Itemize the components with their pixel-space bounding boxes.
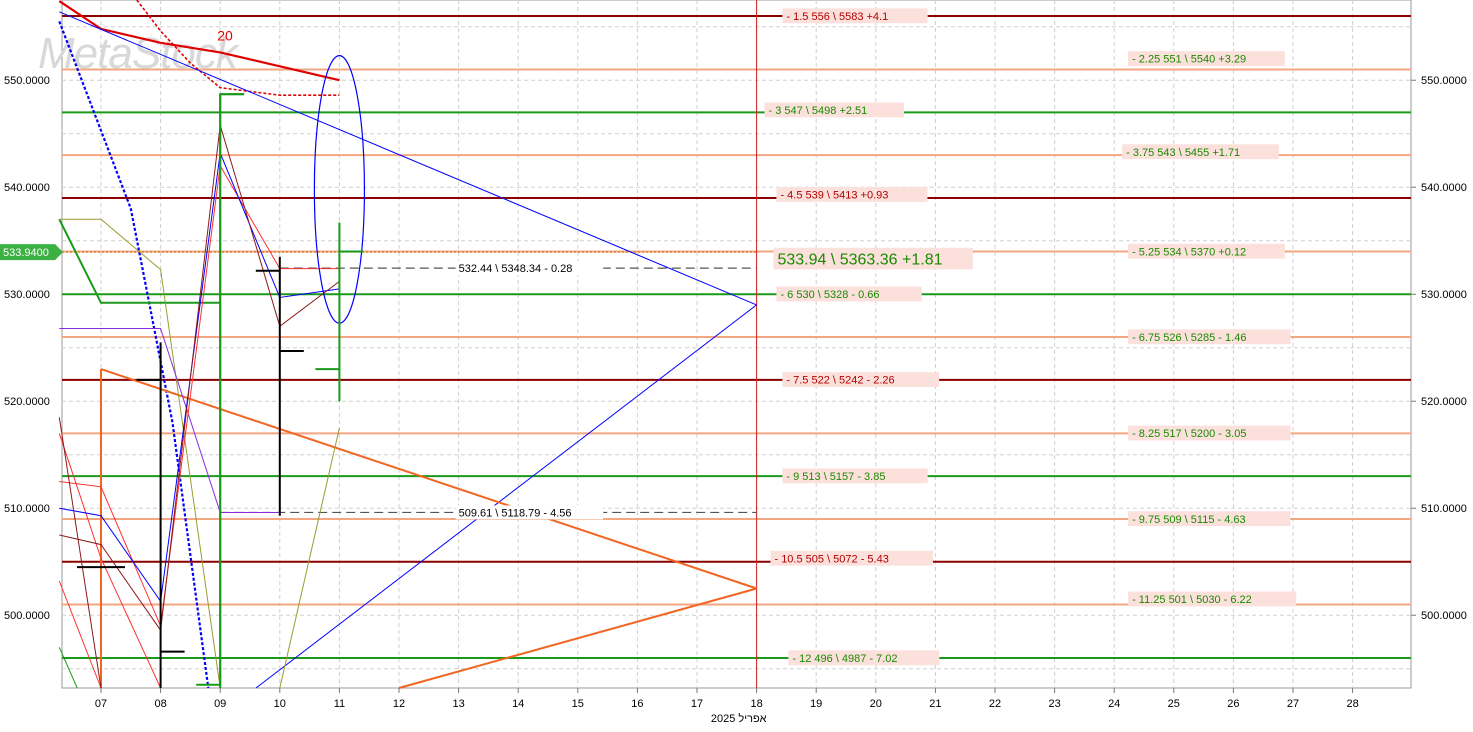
y-axis-label-left: 500.0000 xyxy=(4,610,50,622)
level-label: - 10.5 505 \ 5072 - 5.43 xyxy=(774,553,888,565)
x-axis-label: 21 xyxy=(929,698,941,710)
dashed-marker-label: 532.44 \ 5348.34 - 0.28 xyxy=(459,263,573,275)
x-axis-label: 26 xyxy=(1227,698,1239,710)
price-chart[interactable]: MetaStock 20 - 1.5 556 \ 5583 +4.1 - 2.25 … xyxy=(0,0,1473,727)
level-label: - 9.75 509 \ 5115 - 4.63 xyxy=(1132,514,1246,526)
level-label: - 11.25 501 \ 5030 - 6.22 xyxy=(1132,594,1252,606)
x-axis-label: 15 xyxy=(572,698,584,710)
dashed-marker-label: 509.61 \ 5118.79 - 4.56 xyxy=(459,507,572,519)
level-label: - 4.5 539 \ 5413 +0.93 xyxy=(780,190,888,202)
x-axis-label: 23 xyxy=(1048,698,1060,710)
y-axis-label-left: 510.0000 xyxy=(4,503,50,515)
level-label: - 6.75 526 \ 5285 - 1.46 xyxy=(1132,332,1246,344)
x-axis-label: 28 xyxy=(1346,698,1358,710)
chart-root: MetaStock 20 - 1.5 556 \ 5583 +4.1 - 2.25 … xyxy=(0,0,1473,727)
level-label: - 2.25 551 \ 5540 +3.29 xyxy=(1132,54,1246,66)
watermark-text: MetaStock xyxy=(38,29,240,78)
x-axis-label: 25 xyxy=(1168,698,1180,710)
current-price-tag-label: 533.9400 xyxy=(3,247,49,259)
x-axis-label: 13 xyxy=(452,698,464,710)
x-axis-label: 17 xyxy=(691,698,703,710)
x-axis-label: 11 xyxy=(334,698,345,710)
y-axis-label-left: 550.0000 xyxy=(4,75,50,87)
x-axis-label: 12 xyxy=(393,698,405,710)
y-axis-label-left: 530.0000 xyxy=(4,289,50,301)
x-axis-label: 22 xyxy=(989,698,1001,710)
level-label: - 7.5 522 \ 5242 - 2.26 xyxy=(786,375,894,387)
level-label: - 9 513 \ 5157 - 3.85 xyxy=(786,471,885,483)
x-axis-label: 14 xyxy=(512,698,524,710)
level-label: - 12 496 \ 4987 - 7.02 xyxy=(792,653,897,665)
y-axis-label-right: 530.0000 xyxy=(1421,289,1467,301)
y-axis-label-left: 520.0000 xyxy=(4,396,50,408)
level-label: - 5.25 534 \ 5370 +0.12 xyxy=(1132,246,1246,258)
x-axis-label: 18 xyxy=(750,698,762,710)
x-axis-label: 08 xyxy=(154,698,166,710)
level-label: - 1.5 556 \ 5583 +4.1 xyxy=(786,11,888,23)
level-label: - 6 530 \ 5328 - 0.66 xyxy=(780,289,879,301)
x-axis-label: 19 xyxy=(810,698,822,710)
annotation-20: 20 xyxy=(217,28,233,44)
x-axis-label: 07 xyxy=(95,698,107,710)
y-axis-label-right: 520.0000 xyxy=(1421,396,1467,408)
watermark: MetaStock xyxy=(38,29,241,78)
y-axis-label-right: 500.0000 xyxy=(1421,610,1467,622)
level-label: - 3.75 543 \ 5455 +1.71 xyxy=(1126,147,1240,159)
y-axis-label-right: 550.0000 xyxy=(1421,75,1467,87)
month-label: אפריל 2025 xyxy=(711,712,767,725)
x-axis-label: 20 xyxy=(870,698,882,710)
level-label: - 3 547 \ 5498 +2.51 xyxy=(769,105,868,117)
y-axis-label-left: 540.0000 xyxy=(4,182,50,194)
x-axis-label: 27 xyxy=(1287,698,1299,710)
y-axis-label-right: 510.0000 xyxy=(1421,503,1467,515)
x-axis-label: 09 xyxy=(214,698,226,710)
level-label: - 8.25 517 \ 5200 - 3.05 xyxy=(1132,428,1246,440)
y-axis-label-right: 540.0000 xyxy=(1421,182,1467,194)
current-price-label: 533.94 \ 5363.36 +1.81 xyxy=(777,252,942,269)
x-axis-label: 16 xyxy=(631,698,643,710)
x-axis-label: 24 xyxy=(1108,698,1120,710)
x-axis-label: 10 xyxy=(274,698,286,710)
